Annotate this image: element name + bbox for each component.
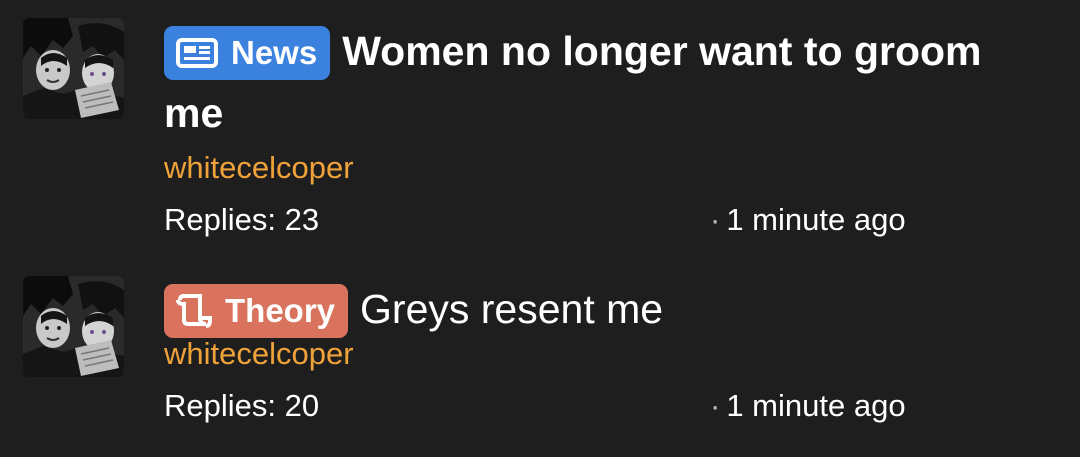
avatar[interactable] bbox=[23, 18, 124, 119]
thread-title-line[interactable]: News Women no longer want to groom me bbox=[164, 20, 1044, 144]
category-badge-theory[interactable]: Theory bbox=[164, 284, 349, 338]
reply-count: Replies: 20 bbox=[164, 388, 320, 423]
author-name[interactable]: whitecelcoper bbox=[164, 334, 1044, 374]
badge-label: News bbox=[231, 34, 318, 71]
scroll-icon bbox=[176, 294, 212, 328]
separator-dot: · bbox=[710, 388, 721, 423]
timestamp: · 1 minute ago bbox=[710, 386, 906, 426]
time-label: 1 minute ago bbox=[726, 388, 906, 423]
thread-title-line[interactable]: Theory Greys resent me bbox=[164, 278, 1044, 340]
thread-title[interactable]: Greys resent me bbox=[360, 286, 663, 332]
thread-content: News Women no longer want to groom me wh… bbox=[164, 18, 1044, 240]
thread-meta: Replies: 23 · 1 minute ago bbox=[164, 200, 1044, 240]
thread-meta: Replies: 20 · 1 minute ago bbox=[164, 386, 1044, 426]
timestamp: · 1 minute ago bbox=[710, 200, 906, 240]
reply-count: Replies: 23 bbox=[164, 202, 320, 237]
author-name[interactable]: whitecelcoper bbox=[164, 148, 1044, 188]
separator-dot: · bbox=[710, 202, 721, 237]
category-badge-news[interactable]: News bbox=[164, 26, 331, 80]
avatar[interactable] bbox=[23, 276, 124, 377]
badge-label: Theory bbox=[225, 292, 336, 329]
time-label: 1 minute ago bbox=[726, 202, 906, 237]
newspaper-icon bbox=[176, 38, 218, 68]
thread-content: Theory Greys resent me whitecelcoper Rep… bbox=[164, 276, 1044, 426]
